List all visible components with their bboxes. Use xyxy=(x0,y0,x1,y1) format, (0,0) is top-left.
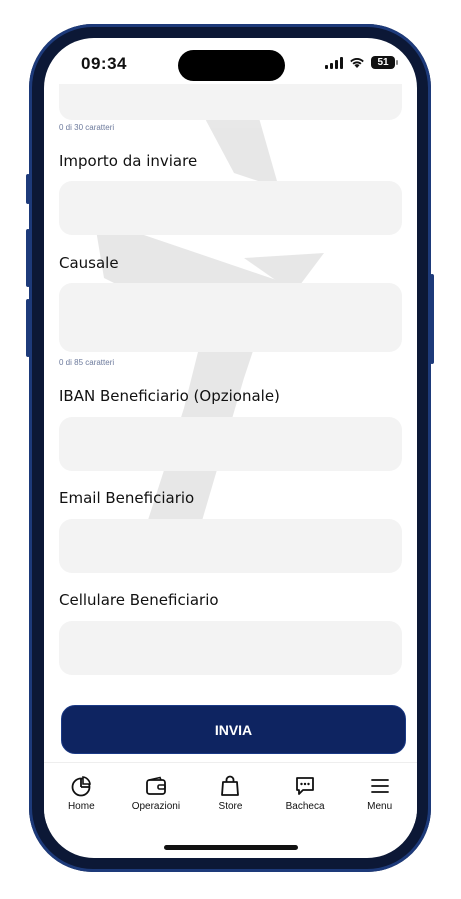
email-label: Email Beneficiario xyxy=(59,489,195,507)
app-screen: 09:34 51 0 di 30 caratteri Importo da in… xyxy=(44,38,417,858)
tab-label: Store xyxy=(218,801,243,812)
tab-label: Operazioni xyxy=(131,801,181,812)
menu-icon xyxy=(370,779,389,793)
phone-label: Cellulare Beneficiario xyxy=(59,591,219,609)
amount-label: Importo da inviare xyxy=(59,152,198,170)
pie-chart-icon xyxy=(71,776,92,797)
email-input[interactable] xyxy=(59,519,402,573)
tab-operations[interactable]: Operazioni xyxy=(120,763,192,823)
amount-input[interactable] xyxy=(59,181,402,235)
power-button xyxy=(430,274,434,364)
signal-icon xyxy=(325,56,343,69)
tab-board[interactable]: Bacheca xyxy=(269,763,341,823)
bottom-tab-bar: Home Operazioni Store Bacheca Menu xyxy=(44,762,417,823)
wifi-icon xyxy=(350,57,364,68)
reason-label: Causale xyxy=(59,254,119,272)
submit-button[interactable]: INVIA xyxy=(61,705,406,754)
mute-switch xyxy=(26,174,30,204)
home-indicator[interactable] xyxy=(164,845,298,850)
volume-down-button xyxy=(26,299,30,357)
status-icons: 51 xyxy=(325,56,398,69)
tab-store[interactable]: Store xyxy=(194,763,266,823)
iban-input[interactable] xyxy=(59,417,402,471)
wallet-icon xyxy=(145,776,166,795)
reason-char-counter: 0 di 85 caratteri xyxy=(59,358,115,367)
iban-label: IBAN Beneficiario (Opzionale) xyxy=(59,387,280,405)
phone-input[interactable] xyxy=(59,621,402,675)
tab-label: Home xyxy=(67,801,95,812)
tab-home[interactable]: Home xyxy=(45,763,117,823)
tab-menu[interactable]: Menu xyxy=(344,763,416,823)
reason-input[interactable] xyxy=(59,283,402,352)
tab-label: Bacheca xyxy=(285,801,325,812)
tab-label: Menu xyxy=(367,801,393,812)
status-time: 09:34 xyxy=(81,54,127,73)
name-char-counter: 0 di 30 caratteri xyxy=(59,123,115,132)
shopping-bag-icon xyxy=(221,775,240,796)
dynamic-island xyxy=(178,50,285,81)
beneficiary-name-input[interactable] xyxy=(59,84,402,120)
chat-bubble-icon xyxy=(296,777,314,795)
volume-up-button xyxy=(26,229,30,287)
battery-icon: 51 xyxy=(371,56,398,69)
